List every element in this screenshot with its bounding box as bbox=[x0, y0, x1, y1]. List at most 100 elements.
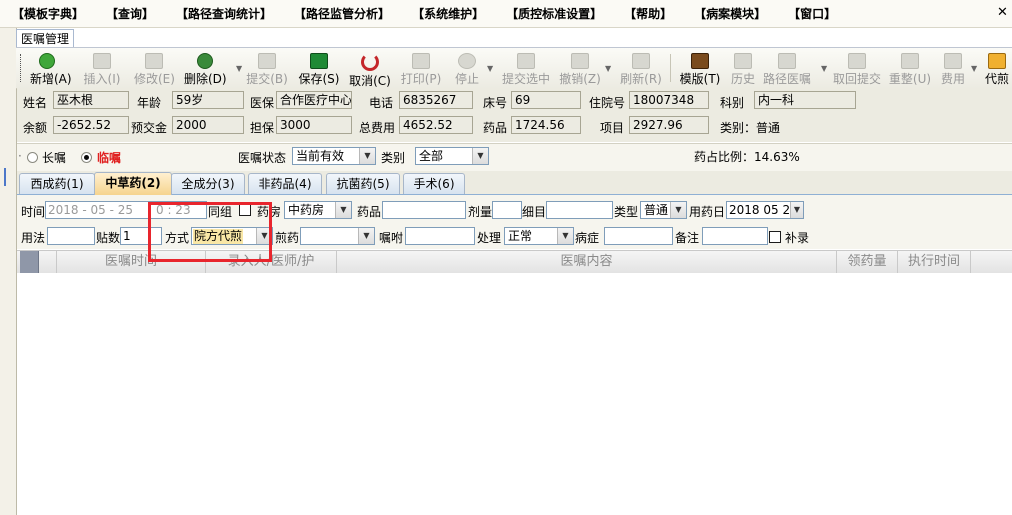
deposit-field: 2000 bbox=[172, 116, 244, 134]
dose-input[interactable] bbox=[492, 201, 522, 219]
header-entered-by[interactable]: 录入人/医师/护 bbox=[206, 251, 337, 273]
history-button[interactable]: 历史 bbox=[729, 51, 757, 86]
floppy-icon bbox=[310, 53, 328, 69]
header-exec-time[interactable]: 执行时间 bbox=[898, 251, 971, 273]
chevron-down-icon[interactable]: ▼ bbox=[359, 148, 375, 164]
tab-non-drug[interactable]: 非药品(4) bbox=[248, 173, 322, 194]
menu-bar: 【模板字典】 【查询】 【路径查询统计】 【路径监管分析】 【系统维护】 【质控… bbox=[0, 0, 1012, 28]
revoke-button[interactable]: 撤销(Z) bbox=[559, 51, 601, 86]
disease-input[interactable] bbox=[604, 227, 673, 245]
time-label: 时间 bbox=[21, 205, 46, 219]
chevron-down-icon[interactable]: ▼ bbox=[605, 64, 611, 73]
type-select[interactable]: 普通 ▼ bbox=[640, 201, 687, 219]
supplement-checkbox[interactable] bbox=[769, 231, 781, 243]
chevron-down-icon[interactable]: ▼ bbox=[358, 228, 374, 244]
plus-circle-icon bbox=[39, 53, 55, 69]
stop-button[interactable]: 停止 bbox=[451, 51, 483, 86]
header-quantity[interactable]: 领药量 bbox=[837, 251, 898, 273]
decoct-button[interactable]: 代煎 bbox=[982, 51, 1012, 85]
chevron-down-icon[interactable]: ▼ bbox=[487, 64, 493, 73]
submit-button[interactable]: 提交(B) bbox=[246, 51, 288, 86]
process-select[interactable]: 正常 ▼ bbox=[504, 227, 574, 245]
refresh-button[interactable]: 刷新(R) bbox=[620, 51, 662, 86]
print-button[interactable]: 打印(P) bbox=[400, 51, 442, 86]
path-order-icon bbox=[778, 53, 796, 69]
tab-western-medicine[interactable]: 西成药(1) bbox=[19, 173, 95, 194]
chevron-down-icon[interactable]: ▼ bbox=[971, 64, 977, 73]
template-button[interactable]: 模版(T) bbox=[678, 51, 722, 86]
age-field: 59岁 bbox=[172, 91, 244, 109]
chevron-down-icon[interactable]: ▼ bbox=[256, 228, 272, 244]
header-order-time[interactable]: 医嘱时间 bbox=[57, 251, 206, 273]
time-input[interactable]: 2018 - 05 - 25 0 : 23 bbox=[45, 201, 207, 219]
disease-label: 病症 bbox=[575, 231, 600, 245]
instruction-label: 嘱咐 bbox=[379, 231, 404, 245]
order-status-select[interactable]: 当前有效 ▼ bbox=[292, 147, 376, 165]
tab-herbal-medicine[interactable]: 中草药(2) bbox=[94, 172, 172, 195]
age-label: 年龄 bbox=[137, 96, 162, 110]
tab-full-component[interactable]: 全成分(3) bbox=[171, 173, 245, 194]
header-order-content[interactable]: 医嘱内容 bbox=[337, 251, 837, 273]
patient-info-panel: 姓名 巫木根 年龄 59岁 医保 合作医疗中心 电话 6835267 床号 69… bbox=[17, 88, 1012, 142]
remark-input[interactable] bbox=[702, 227, 768, 245]
close-icon[interactable]: ✕ bbox=[995, 5, 1010, 20]
menu-query[interactable]: 【查询】 bbox=[94, 5, 164, 22]
type-label: 类型 bbox=[614, 205, 639, 219]
method-select[interactable]: 院方代煎 ▼ bbox=[191, 227, 273, 245]
drug-date-select[interactable]: 2018 05 25 ▼ bbox=[726, 201, 804, 219]
rearrange-button[interactable]: 重整(U) bbox=[888, 51, 932, 86]
history-icon bbox=[734, 53, 752, 69]
submit-selected-button[interactable]: 提交选中 bbox=[502, 51, 550, 86]
document-tab[interactable]: 医嘱管理 bbox=[16, 29, 75, 48]
drug-input[interactable] bbox=[382, 201, 466, 219]
menu-qc-settings[interactable]: 【质控标准设置】 bbox=[494, 5, 612, 22]
long-term-label: 长嘱 bbox=[42, 151, 67, 165]
chevron-down-icon[interactable]: ▼ bbox=[472, 148, 488, 164]
menu-path-monitor[interactable]: 【路径监管分析】 bbox=[282, 5, 400, 22]
instruction-input[interactable] bbox=[405, 227, 475, 245]
chevron-down-icon[interactable]: ▼ bbox=[790, 202, 803, 218]
decoct-select[interactable]: ▼ bbox=[300, 227, 375, 245]
detail-input[interactable] bbox=[546, 201, 613, 219]
category-select[interactable]: 全部 ▼ bbox=[415, 147, 489, 165]
cancel-button[interactable]: 取消(C) bbox=[349, 51, 391, 88]
menu-help[interactable]: 【帮助】 bbox=[612, 5, 682, 22]
item-fee-field: 2927.96 bbox=[629, 116, 709, 134]
decoct-icon bbox=[988, 53, 1006, 69]
save-button[interactable]: 保存(S) bbox=[298, 51, 340, 86]
pharmacy-select[interactable]: 中药房 ▼ bbox=[284, 201, 352, 219]
tab-surgery[interactable]: 手术(6) bbox=[403, 173, 465, 194]
menu-medical-record[interactable]: 【病案模块】 bbox=[682, 5, 776, 22]
trash-icon bbox=[571, 53, 589, 69]
drug-tabs: 西成药(1) 中草药(2) 全成分(3) 非药品(4) 抗菌药(5) 手术(6) bbox=[17, 171, 1012, 195]
chevron-down-icon[interactable]: ▼ bbox=[236, 64, 242, 73]
menu-template-dict[interactable]: 【模板字典】 bbox=[0, 5, 94, 22]
path-order-button[interactable]: 路径医嘱 bbox=[762, 51, 812, 86]
usage-input[interactable] bbox=[47, 227, 95, 245]
temporary-radio[interactable] bbox=[81, 152, 92, 163]
order-entry-form: 时间 2018 - 05 - 25 0 : 23 同组 药房 中药房 ▼ 药品 剂… bbox=[17, 195, 1012, 249]
cancel-submit-button[interactable]: 取回提交 bbox=[832, 51, 882, 86]
tab-antibacterial[interactable]: 抗菌药(5) bbox=[326, 173, 400, 194]
insert-button[interactable]: 插入(I) bbox=[82, 51, 122, 86]
chevron-down-icon[interactable]: ▼ bbox=[821, 64, 827, 73]
remark-label: 备注 bbox=[675, 231, 700, 245]
chevron-down-icon[interactable]: ▼ bbox=[670, 202, 686, 218]
menu-window[interactable]: 【窗口】 bbox=[776, 5, 846, 22]
chevron-down-icon[interactable]: ▼ bbox=[557, 228, 573, 244]
menu-system-maintenance[interactable]: 【系统维护】 bbox=[400, 5, 494, 22]
fee-button[interactable]: 费用 bbox=[939, 51, 967, 86]
new-button[interactable]: 新增(A) bbox=[30, 51, 72, 86]
group-label: 同组 bbox=[208, 205, 233, 219]
long-term-radio[interactable] bbox=[27, 152, 38, 163]
menu-path-query-stats[interactable]: 【路径查询统计】 bbox=[164, 5, 282, 22]
delete-button[interactable]: 删除(D) bbox=[184, 51, 227, 86]
group-checkbox[interactable] bbox=[239, 204, 251, 216]
chevron-down-icon[interactable]: ▼ bbox=[335, 202, 351, 218]
drug-ratio-text: 药占比例：14.63% bbox=[694, 150, 800, 164]
order-grid-body[interactable] bbox=[17, 273, 1012, 515]
insurance-field: 合作医疗中心 bbox=[276, 91, 352, 109]
modify-button[interactable]: 修改(E) bbox=[134, 51, 175, 86]
packs-input[interactable]: 1 bbox=[120, 227, 162, 245]
left-dock-bar bbox=[0, 28, 17, 515]
